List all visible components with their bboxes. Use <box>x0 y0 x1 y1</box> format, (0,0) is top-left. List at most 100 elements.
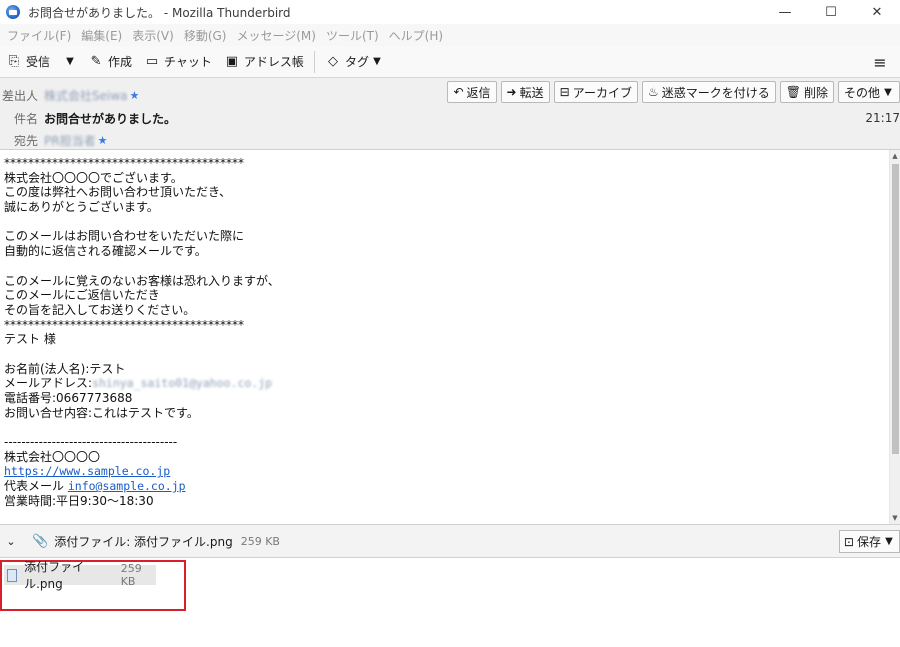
archive-label: アーカイブ <box>572 85 632 100</box>
body-line <box>4 420 889 435</box>
subject-value: お問合せがありました。 <box>44 111 177 126</box>
message-time: 21:17 <box>865 111 900 125</box>
chevron-down-icon: ▼ <box>373 56 381 67</box>
star-icon[interactable]: ★ <box>130 89 140 102</box>
body-line: 株式会社〇〇〇〇でございます。 <box>4 170 183 185</box>
to-label: 宛先 <box>13 133 38 148</box>
from-value[interactable]: 株式会社Seiwa <box>44 87 128 104</box>
body-line: 自動的に返信される確認メールです。 <box>4 244 207 259</box>
body-line: 営業時間:平日9:30～18:30 <box>4 493 154 508</box>
body-line: お問い合せ内容:これはテストです。 <box>4 405 199 420</box>
attachment-list: 添付ファイル.png 259 KB <box>0 558 900 647</box>
forward-label: 転送 <box>519 85 544 100</box>
body-line: その旨を記入してお送りください。 <box>4 302 196 317</box>
rep-mail-label: 代表メール <box>4 479 65 494</box>
email-value: shinya_saito01@yahoo.co.jp <box>92 376 273 391</box>
menu-bar: ファイル(F) 編集(E) 表示(V) 移動(G) メッセージ(M) ツール(T… <box>0 24 900 46</box>
save-attachment-button[interactable]: ⊡ 保存 ▼ <box>838 530 900 553</box>
other-actions-button[interactable]: その他 ▼ <box>837 81 900 103</box>
body-line: このメールにご返信いただき <box>4 288 160 303</box>
reply-label: 返信 <box>466 85 491 100</box>
write-label: 作成 <box>108 55 133 69</box>
chat-button[interactable]: ▭ チャット <box>138 49 218 75</box>
delete-button[interactable]: 🗑 削除 <box>779 81 834 103</box>
reply-arrow-icon: ↶ <box>453 85 464 99</box>
app-menu-button[interactable]: ≡ <box>868 50 892 74</box>
chevron-down-icon: ▼ <box>66 56 74 67</box>
close-button[interactable]: ✕ <box>854 0 900 24</box>
body-scrollbar[interactable]: ▲ ▼ <box>889 150 900 524</box>
address-book-icon: ▣ <box>225 54 239 69</box>
body-rep-mail-line: 代表メール info@sample.co.jp <box>4 479 889 494</box>
to-row: 宛先 PR担当者 ★ <box>0 129 107 151</box>
email-label: メールアドレス: <box>4 376 93 391</box>
pencil-icon: ✎ <box>90 54 102 69</box>
window-title: お問合せがありました。 - Mozilla Thunderbird <box>28 5 291 20</box>
star-icon[interactable]: ★ <box>98 134 108 147</box>
main-toolbar: ⎘ 受信 ▼ ✎ 作成 ▭ チャット ▣ アドレス帳 ◇ タグ ▼ ≡ <box>0 46 900 78</box>
rep-mail-link[interactable]: info@sample.co.jp <box>68 479 186 493</box>
tag-button[interactable]: ◇ タグ ▼ <box>319 49 389 75</box>
chat-label: チャット <box>164 55 212 69</box>
title-bar: お問合せがありました。 - Mozilla Thunderbird — ☐ ✕ <box>0 0 900 24</box>
body-line <box>4 215 889 230</box>
scroll-thumb[interactable] <box>892 164 899 454</box>
body-line: 電話番号:0667773688 <box>4 391 133 405</box>
toolbar-divider <box>313 50 315 73</box>
body-url-line: https://www.sample.co.jp <box>4 464 889 479</box>
attachment-item[interactable]: 添付ファイル.png 259 KB <box>4 560 156 591</box>
message-body: ****************************************… <box>0 150 889 524</box>
menu-edit[interactable]: 編集(E) <box>76 27 127 44</box>
to-value[interactable]: PR担当者 <box>44 132 96 149</box>
menu-help[interactable]: ヘルプ(H) <box>384 27 448 44</box>
get-messages-button[interactable]: ⎘ 受信 <box>0 49 56 75</box>
scroll-down-arrow-icon[interactable]: ▼ <box>890 512 900 524</box>
reply-button[interactable]: ↶ 返信 <box>447 81 497 103</box>
trash-icon: 🗑 <box>785 85 801 99</box>
body-line: 株式会社〇〇〇〇 <box>4 449 101 464</box>
minimize-button[interactable]: — <box>762 0 808 24</box>
forward-button[interactable]: ➜ 転送 <box>500 81 550 103</box>
menu-file[interactable]: ファイル(F) <box>2 27 76 44</box>
address-book-label: アドレス帳 <box>243 55 304 69</box>
window-controls: — ☐ ✕ <box>762 0 900 24</box>
from-row: 差出人 株式会社Seiwa ★ <box>0 84 139 106</box>
company-url-link[interactable]: https://www.sample.co.jp <box>4 464 170 478</box>
attachment-toggle-chevron-icon[interactable]: ⌄ <box>4 535 18 548</box>
body-email-line: メールアドレス:shinya_saito01@yahoo.co.jp <box>4 376 889 391</box>
forward-arrow-icon: ➜ <box>506 85 517 99</box>
message-header: 差出人 株式会社Seiwa ★ 件名 お問合せがありました。 宛先 PR担当者 … <box>0 78 900 150</box>
body-line: このメールはお問い合わせをいただいた際に <box>4 229 245 244</box>
save-label: 保存 <box>856 535 881 549</box>
body-line: テスト 様 <box>4 332 56 347</box>
subject-label: 件名 <box>13 111 38 126</box>
maximize-button[interactable]: ☐ <box>808 0 854 24</box>
tag-icon: ◇ <box>327 54 338 69</box>
inbox-download-icon: ⎘ <box>8 54 20 69</box>
body-line <box>4 259 889 274</box>
chevron-down-icon: ▼ <box>885 536 893 547</box>
save-disk-icon: ⊡ <box>843 534 854 549</box>
address-book-button[interactable]: ▣ アドレス帳 <box>218 49 310 75</box>
scroll-up-arrow-icon[interactable]: ▲ <box>890 150 900 162</box>
junk-button[interactable]: ♨ 迷惑マークを付ける <box>641 81 776 103</box>
tag-label: タグ <box>344 55 369 69</box>
body-line: この度は弊社へお問い合わせ頂いただき、 <box>4 185 232 200</box>
attachment-item-size: 259 KB <box>120 562 142 588</box>
menu-tools[interactable]: ツール(T) <box>321 27 384 44</box>
flame-icon: ♨ <box>647 85 659 99</box>
attachment-bar-label[interactable]: 添付ファイル: 添付ファイル.png <box>54 533 233 550</box>
body-line: お名前(法人名):テスト <box>4 361 126 376</box>
archive-button[interactable]: ⊟ アーカイブ <box>553 81 638 103</box>
menu-go[interactable]: 移動(G) <box>179 27 232 44</box>
get-messages-dropdown[interactable]: ▼ <box>56 49 82 75</box>
image-file-icon <box>7 568 18 582</box>
attachment-bar: ⌄ 📎 添付ファイル: 添付ファイル.png 259 KB ⊡ 保存 ▼ <box>0 524 900 558</box>
menu-view[interactable]: 表示(V) <box>127 27 179 44</box>
write-button[interactable]: ✎ 作成 <box>82 49 138 75</box>
menu-message[interactable]: メッセージ(M) <box>231 27 320 44</box>
body-line <box>4 347 889 362</box>
delete-label: 削除 <box>803 85 828 100</box>
hamburger-icon: ≡ <box>873 52 887 72</box>
subject-row: 件名 お問合せがありました。 <box>0 107 176 129</box>
